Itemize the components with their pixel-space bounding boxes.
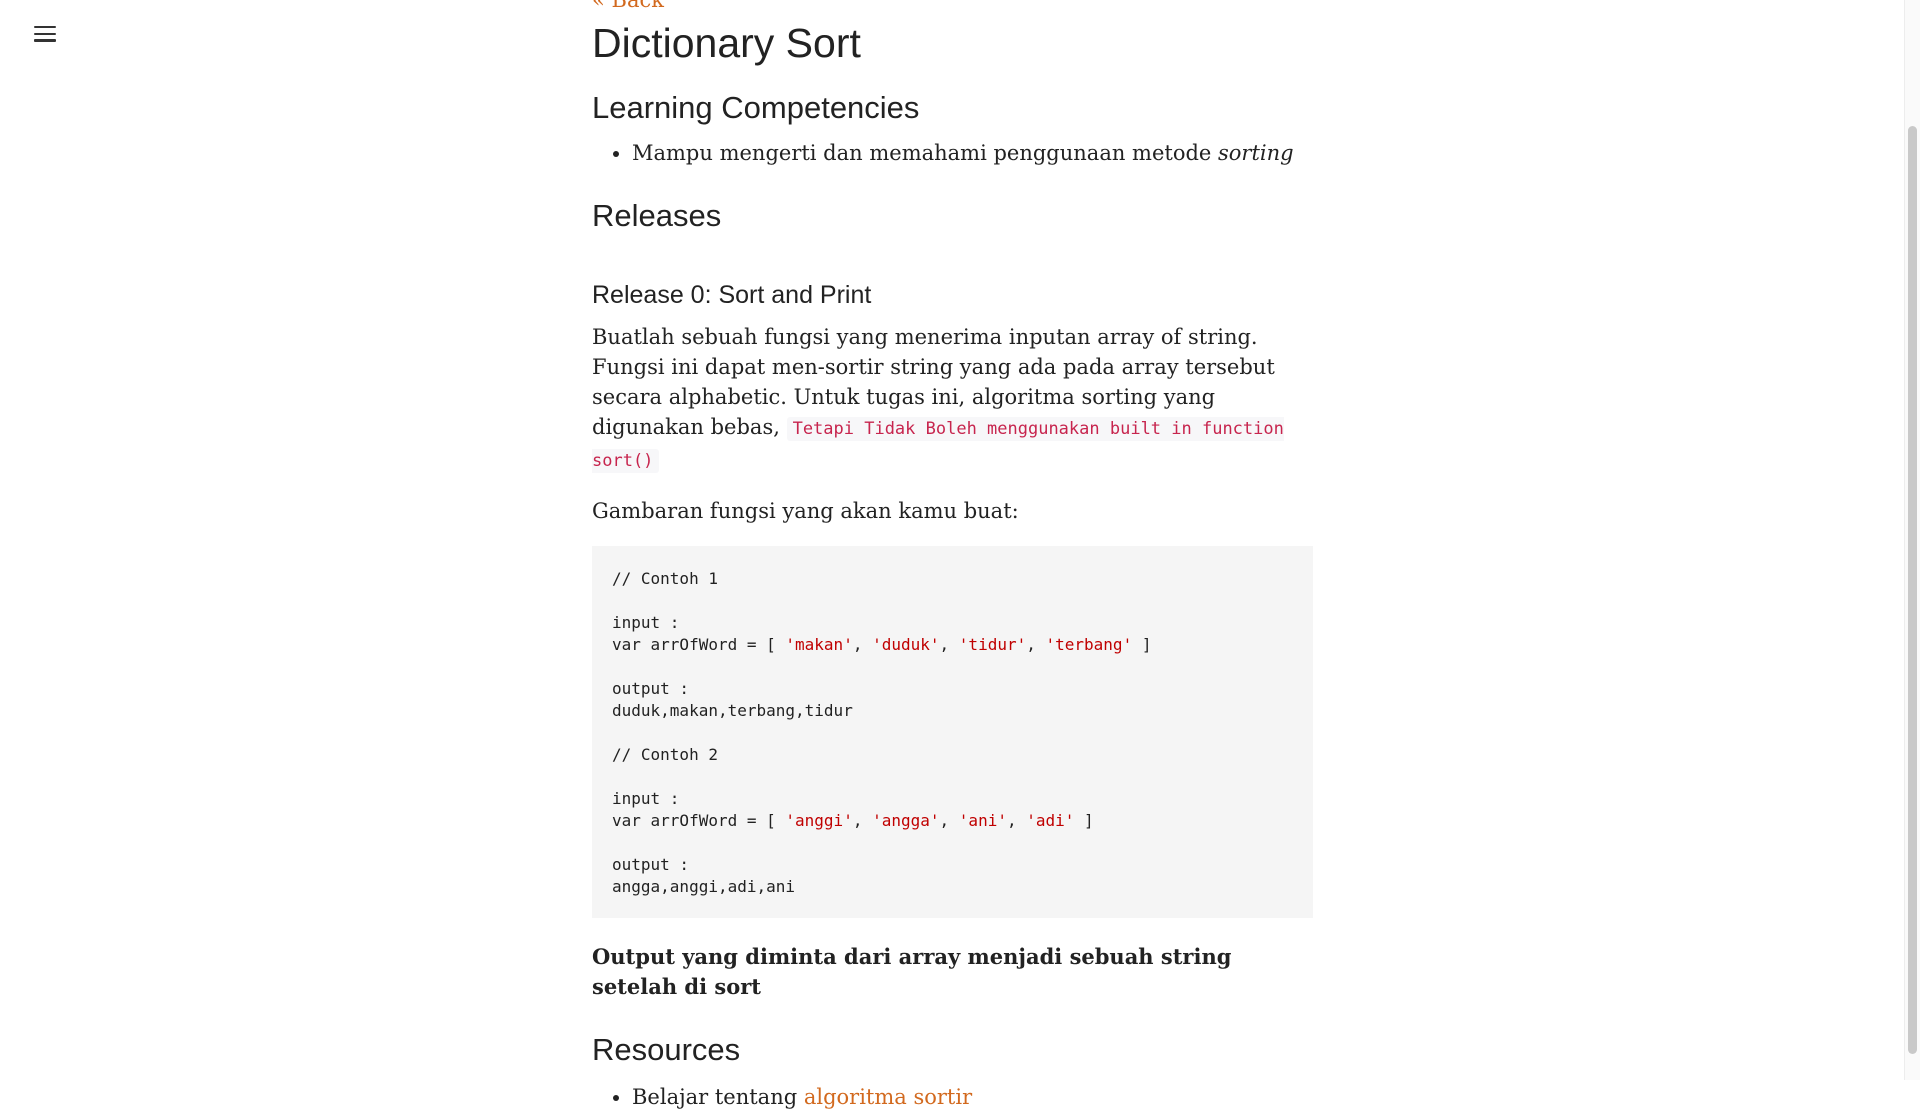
code-var-prefix: var arrOfWord = [	[612, 811, 786, 830]
code-separator: ,	[1026, 635, 1046, 654]
code-string: 'anggi'	[785, 811, 853, 830]
gambaran-text: Gambaran fungsi yang akan kamu buat:	[592, 499, 1019, 523]
release0-description: Buatlah sebuah fungsi yang menerima inpu…	[592, 322, 1313, 476]
resource-text: Belajar tentang	[632, 1085, 804, 1109]
code-close: ]	[1132, 635, 1152, 654]
code-string: 'duduk'	[872, 635, 940, 654]
code-var-prefix: var arrOfWord = [	[612, 635, 786, 654]
scrollbar-track[interactable]	[1904, 0, 1920, 1080]
back-link[interactable]: « Back	[592, 0, 1313, 12]
code-comment: // Contoh 2	[612, 745, 718, 764]
competencies-list: Mampu mengerti dan memahami penggunaan m…	[592, 138, 1313, 168]
code-comment: // Contoh 1	[612, 569, 718, 588]
code-block: // Contoh 1 input : var arrOfWord = [ 'm…	[592, 546, 1313, 918]
competencies-heading: Learning Competencies	[592, 90, 920, 125]
code-separator: ,	[1006, 811, 1027, 830]
code-close: ]	[1074, 811, 1094, 830]
code-separator: ,	[939, 635, 959, 654]
code-string: 'adi'	[1026, 811, 1075, 830]
release0-heading: Release 0: Sort and Print	[592, 281, 872, 309]
code-output-label: output :	[612, 679, 690, 698]
scrollbar-thumb[interactable]	[1908, 126, 1917, 1054]
resources-heading: Resources	[592, 1032, 741, 1067]
code-output: angga,anggi,adi,ani	[612, 877, 796, 896]
competency-text: Mampu mengerti dan memahami penggunaan m…	[632, 141, 1219, 165]
code-input-label: input :	[612, 789, 680, 808]
output-note: Output yang diminta dari array menjadi s…	[592, 944, 1232, 999]
code-input-label: input :	[612, 613, 680, 632]
page-title: Dictionary Sort	[592, 20, 861, 66]
code-string: 'makan'	[785, 635, 853, 654]
code-string: 'ani'	[958, 811, 1007, 830]
code-string: 'angga'	[872, 811, 940, 830]
code-string: 'tidur'	[958, 635, 1027, 654]
list-item: Mampu mengerti dan memahami penggunaan m…	[632, 138, 1313, 168]
hamburger-menu-icon[interactable]	[34, 26, 56, 44]
releases-heading: Releases	[592, 198, 722, 233]
main-content: « Back Dictionary Sort Learning Competen…	[592, 0, 1313, 1112]
code-string: 'terbang'	[1045, 635, 1133, 654]
code-output-label: output :	[612, 855, 690, 874]
code-separator: ,	[852, 811, 873, 830]
code-output: duduk,makan,terbang,tidur	[612, 701, 853, 720]
resource-link[interactable]: algoritma sortir	[804, 1085, 972, 1109]
code-separator: ,	[939, 811, 959, 830]
resources-list: Belajar tentang algoritma sortir	[592, 1082, 1313, 1112]
competency-emphasis: sorting	[1218, 141, 1294, 165]
code-separator: ,	[852, 635, 873, 654]
list-item: Belajar tentang algoritma sortir	[632, 1082, 1313, 1112]
